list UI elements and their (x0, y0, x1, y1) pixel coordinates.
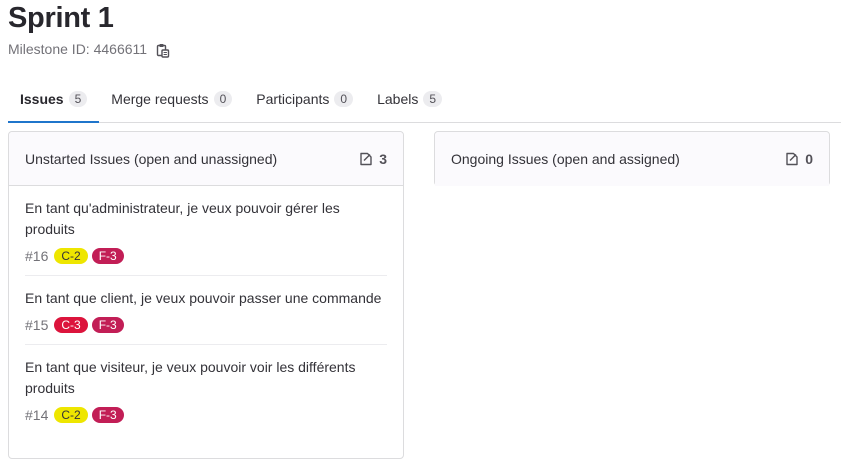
issue-label[interactable]: F-3 (91, 317, 124, 333)
issue-label[interactable]: C-2 (54, 248, 88, 264)
tab-merge-requests-count: 0 (213, 91, 233, 107)
unstarted-issues-list: En tant qu'administrateur, je veux pouvo… (9, 186, 403, 434)
issue-reference: #16 (25, 248, 49, 264)
issue-meta: #16 C-2 F-3 (25, 248, 387, 264)
issue-item: En tant qu'administrateur, je veux pouvo… (25, 186, 387, 276)
ongoing-issues-header: Ongoing Issues (open and assigned) 0 (435, 132, 829, 186)
tab-merge-requests[interactable]: Merge requests 0 (99, 76, 244, 122)
issue-label[interactable]: C-3 (54, 317, 88, 333)
milestone-id: Milestone ID: 4466611 (8, 40, 171, 58)
tab-participants[interactable]: Participants 0 (244, 76, 365, 122)
issue-meta: #15 C-3 F-3 (25, 317, 387, 333)
tab-merge-requests-label: Merge requests (111, 91, 209, 107)
unstarted-issues-panel: Unstarted Issues (open and unassigned) 3… (8, 131, 404, 459)
page-title: Sprint 1 (8, 2, 114, 34)
issue-item: En tant que visiteur, je veux pouvoir vo… (25, 345, 387, 434)
tab-labels[interactable]: Labels 5 (365, 76, 454, 122)
unstarted-issues-title: Unstarted Issues (open and unassigned) (25, 150, 278, 167)
ongoing-issues-panel: Ongoing Issues (open and assigned) 0 (434, 131, 830, 186)
tab-issues-count: 5 (68, 91, 88, 107)
tab-participants-label: Participants (256, 91, 330, 107)
tab-participants-count: 0 (334, 91, 354, 107)
issue-label[interactable]: F-3 (91, 248, 124, 264)
issue-meta: #14 C-2 F-3 (25, 407, 387, 423)
issues-icon (360, 152, 372, 165)
unstarted-issues-header: Unstarted Issues (open and unassigned) 3 (9, 132, 403, 186)
issue-title[interactable]: En tant que client, je veux pouvoir pass… (25, 288, 387, 309)
issue-item: En tant que client, je veux pouvoir pass… (25, 276, 387, 345)
unstarted-issues-count: 3 (359, 151, 387, 167)
issue-reference: #15 (25, 317, 49, 333)
issue-reference: #14 (25, 407, 49, 423)
issues-icon (786, 152, 798, 166)
tab-labels-label: Labels (377, 91, 419, 107)
unstarted-issues-count-value: 3 (379, 150, 387, 167)
tab-issues[interactable]: Issues 5 (8, 76, 100, 123)
milestone-id-text: Milestone ID: 4466611 (8, 41, 148, 57)
issue-title[interactable]: En tant qu'administrateur, je veux pouvo… (25, 198, 387, 240)
ongoing-issues-count-value: 0 (805, 151, 813, 167)
milestone-tabs: Issues 5 Merge requests 0 Participants 0… (8, 76, 841, 123)
copy-to-clipboard-icon[interactable] (155, 42, 171, 58)
ongoing-issues-title: Ongoing Issues (open and assigned) (451, 151, 680, 167)
tab-labels-count: 5 (423, 91, 443, 107)
issue-title[interactable]: En tant que visiteur, je veux pouvoir vo… (25, 357, 387, 399)
tab-issues-label: Issues (20, 91, 64, 107)
issue-label[interactable]: C-2 (54, 407, 88, 423)
ongoing-issues-count: 0 (785, 151, 813, 167)
issue-label[interactable]: F-3 (91, 407, 124, 423)
